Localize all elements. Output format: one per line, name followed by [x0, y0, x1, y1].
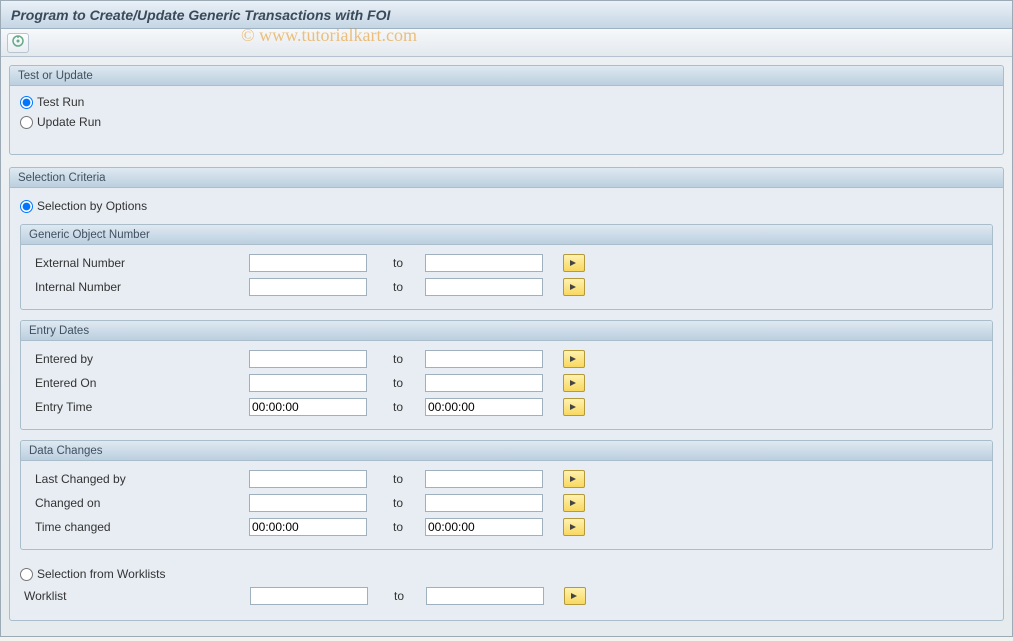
radio-update-run[interactable]: Update Run	[20, 112, 993, 132]
radio-from-worklists-input[interactable]	[20, 568, 33, 581]
to-label: to	[367, 496, 425, 510]
label-entry-time: Entry Time	[31, 400, 249, 414]
input-worklist-from[interactable]	[250, 587, 368, 605]
input-entry-time-to[interactable]	[425, 398, 543, 416]
multiple-selection-button[interactable]	[563, 494, 585, 512]
arrow-right-icon	[569, 259, 579, 267]
input-entered-by-to[interactable]	[425, 350, 543, 368]
content-area: Test or Update Test Run Update Run Selec…	[1, 57, 1012, 641]
input-entry-time-from[interactable]	[249, 398, 367, 416]
arrow-right-icon	[569, 283, 579, 291]
worklist-section: Selection from Worklists Worklist to	[10, 564, 1003, 614]
group-header-data-changes: Data Changes	[21, 441, 992, 461]
input-last-changed-by-from[interactable]	[249, 470, 367, 488]
radio-test-run-input[interactable]	[20, 96, 33, 109]
label-entered-on: Entered On	[31, 376, 249, 390]
label-last-changed-by: Last Changed by	[31, 472, 249, 486]
input-worklist-to[interactable]	[426, 587, 544, 605]
group-data-changes: Data Changes Last Changed by to Changed …	[20, 440, 993, 550]
radio-test-run-label: Test Run	[37, 95, 84, 109]
multiple-selection-button[interactable]	[563, 518, 585, 536]
execute-button[interactable]	[7, 33, 29, 53]
label-worklist: Worklist	[20, 589, 250, 603]
group-entry-dates: Entry Dates Entered by to Entered On	[20, 320, 993, 430]
label-entered-by: Entered by	[31, 352, 249, 366]
page-title: Program to Create/Update Generic Transac…	[11, 7, 390, 23]
input-entered-by-from[interactable]	[249, 350, 367, 368]
arrow-right-icon	[569, 403, 579, 411]
input-external-number-from[interactable]	[249, 254, 367, 272]
to-label: to	[367, 472, 425, 486]
arrow-right-icon	[570, 592, 580, 600]
multiple-selection-button[interactable]	[563, 350, 585, 368]
to-label: to	[367, 256, 425, 270]
input-changed-on-from[interactable]	[249, 494, 367, 512]
radio-update-run-input[interactable]	[20, 116, 33, 129]
group-test-or-update: Test or Update Test Run Update Run	[9, 65, 1004, 155]
arrow-right-icon	[569, 355, 579, 363]
toolbar: © www.tutorialkart.com	[1, 29, 1012, 57]
to-label: to	[367, 520, 425, 534]
to-label: to	[367, 400, 425, 414]
label-internal-number: Internal Number	[31, 280, 249, 294]
row-worklist: Worklist to	[20, 584, 993, 608]
arrow-right-icon	[569, 523, 579, 531]
row-time-changed: Time changed to	[31, 515, 982, 539]
arrow-right-icon	[569, 475, 579, 483]
radio-test-run[interactable]: Test Run	[20, 92, 993, 112]
group-selection-criteria: Selection Criteria Selection by Options …	[9, 167, 1004, 621]
input-internal-number-to[interactable]	[425, 278, 543, 296]
row-entered-by: Entered by to	[31, 347, 982, 371]
row-last-changed-by: Last Changed by to	[31, 467, 982, 491]
multiple-selection-button[interactable]	[563, 470, 585, 488]
input-internal-number-from[interactable]	[249, 278, 367, 296]
watermark: © www.tutorialkart.com	[241, 25, 417, 46]
row-entry-time: Entry Time to	[31, 395, 982, 419]
group-generic-object-number: Generic Object Number External Number to…	[20, 224, 993, 310]
group-header-test-update: Test or Update	[10, 66, 1003, 86]
to-label: to	[367, 376, 425, 390]
label-time-changed: Time changed	[31, 520, 249, 534]
to-label: to	[367, 352, 425, 366]
label-changed-on: Changed on	[31, 496, 249, 510]
input-time-changed-to[interactable]	[425, 518, 543, 536]
group-header-entry-dates: Entry Dates	[21, 321, 992, 341]
multiple-selection-button[interactable]	[563, 374, 585, 392]
row-entered-on: Entered On to	[31, 371, 982, 395]
radio-by-options-label: Selection by Options	[37, 199, 147, 213]
group-header-gon: Generic Object Number	[21, 225, 992, 245]
to-label: to	[367, 280, 425, 294]
radio-from-worklists-label: Selection from Worklists	[37, 567, 165, 581]
row-internal-number: Internal Number to	[31, 275, 982, 299]
input-entered-on-from[interactable]	[249, 374, 367, 392]
titlebar: Program to Create/Update Generic Transac…	[1, 1, 1012, 29]
radio-selection-from-worklists[interactable]: Selection from Worklists	[20, 564, 993, 584]
multiple-selection-button[interactable]	[563, 398, 585, 416]
multiple-selection-button[interactable]	[563, 278, 585, 296]
group-header-selection-criteria: Selection Criteria	[10, 168, 1003, 188]
label-external-number: External Number	[31, 256, 249, 270]
row-changed-on: Changed on to	[31, 491, 982, 515]
input-time-changed-from[interactable]	[249, 518, 367, 536]
input-external-number-to[interactable]	[425, 254, 543, 272]
to-label: to	[368, 589, 426, 603]
input-entered-on-to[interactable]	[425, 374, 543, 392]
multiple-selection-button[interactable]	[564, 587, 586, 605]
execute-icon	[12, 35, 24, 50]
radio-selection-by-options[interactable]: Selection by Options	[20, 196, 993, 216]
radio-update-run-label: Update Run	[37, 115, 101, 129]
sap-window: Program to Create/Update Generic Transac…	[0, 0, 1013, 637]
arrow-right-icon	[569, 379, 579, 387]
input-last-changed-by-to[interactable]	[425, 470, 543, 488]
multiple-selection-button[interactable]	[563, 254, 585, 272]
input-changed-on-to[interactable]	[425, 494, 543, 512]
row-external-number: External Number to	[31, 251, 982, 275]
radio-by-options-input[interactable]	[20, 200, 33, 213]
arrow-right-icon	[569, 499, 579, 507]
